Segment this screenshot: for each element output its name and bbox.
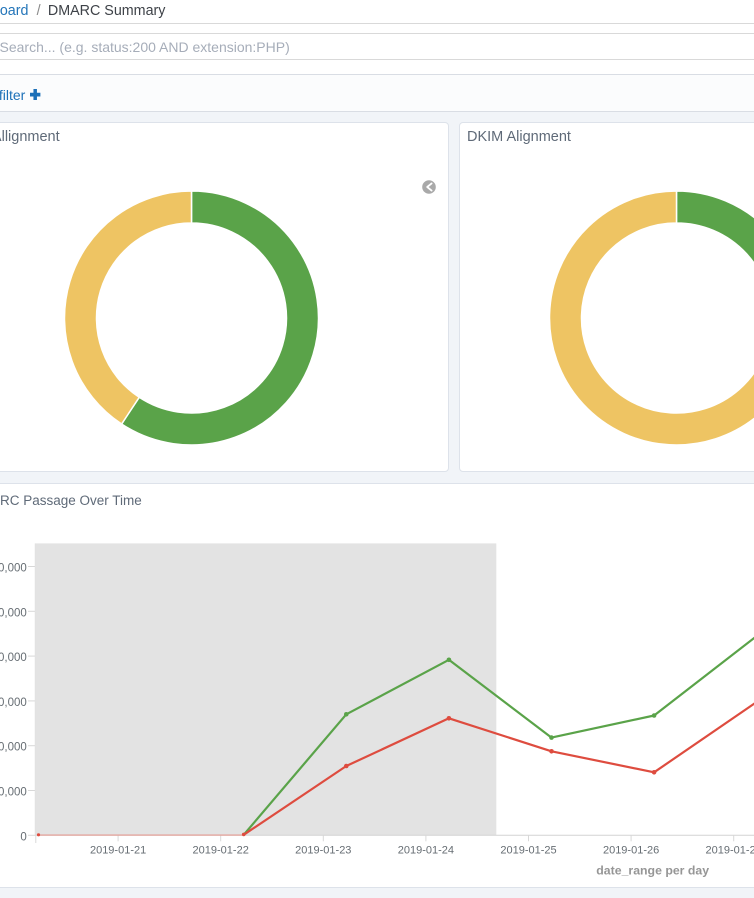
svg-text:2019-01-27: 2019-01-27 [706, 845, 754, 857]
svg-text:2019-01-25: 2019-01-25 [500, 845, 556, 857]
svg-text:2019-01-23: 2019-01-23 [295, 845, 351, 857]
svg-text:date_range per day: date_range per day [596, 864, 709, 878]
svg-text:400,000: 400,000 [0, 652, 27, 664]
svg-text:2019-01-24: 2019-01-24 [398, 845, 454, 857]
svg-text:100,000: 100,000 [0, 787, 27, 799]
svg-text:2019-01-22: 2019-01-22 [193, 845, 249, 857]
svg-text:600,000: 600,000 [0, 563, 27, 575]
svg-text:2019-01-21: 2019-01-21 [90, 845, 146, 857]
svg-text:2019-01-26: 2019-01-26 [603, 845, 659, 857]
svg-text:500,000: 500,000 [0, 607, 27, 619]
svg-text:200,000: 200,000 [0, 742, 27, 754]
svg-text:0: 0 [20, 831, 26, 843]
svg-text:300,000: 300,000 [0, 697, 27, 709]
